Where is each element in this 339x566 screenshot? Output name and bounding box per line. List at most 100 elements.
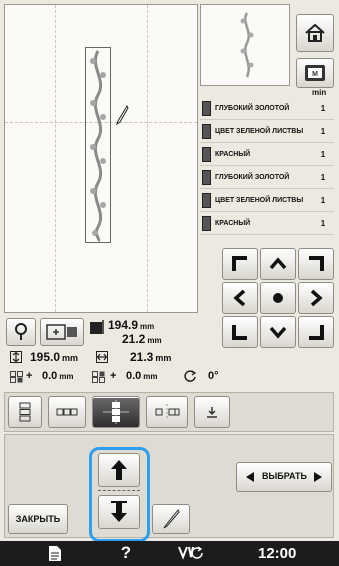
position-unit: mm [59, 372, 74, 381]
offset-y-plus: + [110, 370, 117, 382]
document-icon[interactable] [48, 545, 62, 562]
layout-align-button[interactable] [194, 396, 230, 428]
thread-minutes: 1 [320, 219, 326, 228]
offset-x-value: 0.0 [42, 370, 58, 382]
select-next-button[interactable] [308, 466, 328, 488]
size-unit: mm [147, 336, 162, 345]
size-width-value: 194.9 [108, 318, 139, 332]
embroidery-preview[interactable] [4, 4, 198, 313]
move-down-left-button[interactable] [222, 316, 258, 348]
thread-name: ГЛУБОКИЙ ЗОЛОТОЙ [215, 173, 290, 181]
move-down-right-button[interactable] [298, 316, 334, 348]
thread-minutes: 1 [320, 127, 326, 136]
offset-x-icon [10, 371, 23, 383]
layout-center-horizontal-button[interactable] [146, 396, 188, 428]
size-width: 194.9 mm [108, 318, 154, 332]
thread-color-swatch [202, 193, 211, 208]
needle-icon [163, 509, 180, 529]
layout-vertical-icon [19, 402, 31, 422]
magnifier-icon [15, 323, 27, 340]
spacing-down-button[interactable] [98, 495, 140, 529]
thread-minutes: 1 [320, 104, 326, 113]
move-up-button[interactable] [260, 248, 296, 280]
move-right-button[interactable] [298, 282, 334, 314]
zoom-button[interactable] [6, 318, 36, 346]
thread-color-swatch [202, 124, 211, 139]
rotation-angle: 0° [208, 370, 219, 382]
pattern-thumbnail [200, 4, 290, 86]
pattern-thumbnail-icon [240, 12, 254, 78]
layout-vertical-button[interactable] [8, 396, 42, 428]
offset-x: 0.0 mm [42, 370, 74, 382]
home-icon [305, 23, 325, 42]
close-label: ЗАКРЫТЬ [15, 514, 61, 524]
layout-center-vertical-button[interactable] [92, 396, 140, 428]
spacing-divider [98, 490, 140, 491]
preview-button[interactable] [40, 318, 84, 346]
close-button[interactable]: ЗАКРЫТЬ [8, 504, 68, 534]
center-dot-icon [273, 293, 283, 303]
thread-name: ЦВЕТ ЗЕЛЕНОЙ ЛИСТВЫ [215, 196, 304, 204]
thread-list-item: КРАСНЫЙ 1 [200, 144, 334, 166]
thread-min-header: min [312, 88, 327, 97]
svg-text:M: M [312, 71, 318, 78]
width-value: 21.3 [130, 350, 154, 364]
layout-horizontal-button[interactable] [48, 396, 86, 428]
move-down-button[interactable] [260, 316, 296, 348]
thread-list-item: ГЛУБОКИЙ ЗОЛОТОЙ 1 [200, 98, 334, 120]
position-unit: mm [62, 353, 79, 363]
move-up-left-button[interactable] [222, 248, 258, 280]
align-bottom-icon [207, 407, 217, 418]
thread-name: КРАСНЫЙ [215, 219, 251, 227]
offset-y-value: 0.0 [126, 370, 142, 382]
thread-minutes: 1 [320, 196, 326, 205]
thread-color-swatch [202, 147, 211, 162]
thread-name: КРАСНЫЙ [215, 150, 251, 158]
offset-y: 0.0 mm [126, 370, 158, 382]
arrow-down-right-icon [309, 325, 324, 340]
select-prev-button[interactable] [240, 466, 260, 488]
layout-center-horizontal-icon [155, 404, 180, 420]
position-unit: mm [155, 353, 172, 363]
height-arrow-icon [10, 351, 22, 363]
thread-name: ГЛУБОКИЙ ЗОЛОТОЙ [215, 104, 290, 112]
status-bar: ? 12:00 [0, 541, 339, 566]
thread-list-item: ЦВЕТ ЗЕЛЕНОЙ ЛИСТВЫ 1 [200, 190, 334, 212]
position-height: 195.0 mm [30, 350, 78, 364]
size-height-value: 21.2 [122, 332, 146, 346]
center-button[interactable] [260, 282, 296, 314]
edit-needle-button[interactable] [152, 504, 190, 534]
thread-minutes: 1 [320, 150, 326, 159]
rotation-icon [184, 370, 197, 382]
arrow-up-bold-icon [111, 460, 127, 480]
grid-line-left [55, 5, 56, 312]
embroidery-pattern [90, 50, 106, 243]
layout-horizontal-icon [56, 408, 78, 416]
size-unit: mm [140, 322, 155, 331]
arrow-right-icon [310, 289, 323, 307]
spacing-up-button[interactable] [98, 453, 140, 487]
select-label: ВЫБРАТЬ [262, 471, 308, 481]
thread-name: ЦВЕТ ЗЕЛЕНОЙ ЛИСТВЫ [215, 127, 304, 135]
layout-center-vertical-icon [103, 400, 129, 424]
grid-line-right [147, 5, 148, 312]
move-left-button[interactable] [222, 282, 258, 314]
thread-color-swatch [202, 216, 211, 231]
thread-minutes: 1 [320, 173, 326, 182]
move-up-right-button[interactable] [298, 248, 334, 280]
width-arrow-icon [96, 351, 108, 363]
hoop-icon: M [305, 65, 325, 81]
hoop-preview-icon [46, 324, 77, 340]
position-unit: mm [143, 372, 158, 381]
triangle-right-icon [314, 472, 322, 482]
wireless-icon[interactable] [176, 545, 210, 562]
hoop-button[interactable]: M [296, 58, 334, 88]
offset-x-plus: + [26, 370, 33, 382]
offset-y-icon [92, 371, 105, 383]
needle-pointer-icon [116, 105, 129, 125]
help-icon[interactable]: ? [116, 543, 136, 563]
thread-list-item: ГЛУБОКИЙ ЗОЛОТОЙ 1 [200, 167, 334, 189]
thread-list-item: ЦВЕТ ЗЕЛЕНОЙ ЛИСТВЫ 1 [200, 121, 334, 143]
arrow-down-left-icon [232, 325, 247, 340]
home-button[interactable] [296, 14, 334, 52]
